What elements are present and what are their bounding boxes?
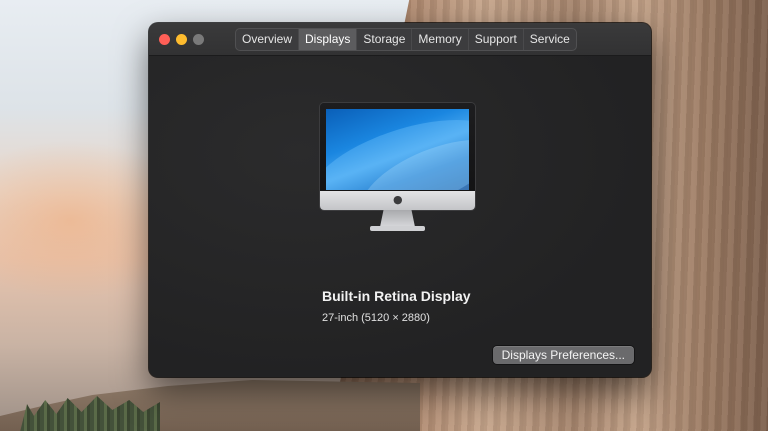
title-bar: Overview Displays Storage Memory Support… — [149, 23, 651, 56]
tab-displays[interactable]: Displays — [299, 29, 358, 50]
tab-service[interactable]: Service — [524, 29, 576, 50]
close-button[interactable] — [159, 34, 170, 45]
tab-memory[interactable]: Memory — [412, 29, 469, 50]
imac-foot — [370, 226, 425, 231]
imac-stand — [380, 210, 415, 227]
zoom-button[interactable] — [193, 34, 204, 45]
display-spec: 27-inch (5120 × 2880) — [322, 312, 430, 324]
tab-support[interactable]: Support — [469, 29, 524, 50]
apple-logo-icon: ● — [393, 193, 403, 206]
tab-overview[interactable]: Overview — [236, 29, 300, 50]
displays-preferences-button[interactable]: Displays Preferences... — [492, 346, 634, 364]
tab-storage[interactable]: Storage — [357, 29, 413, 50]
about-this-mac-window: Overview Displays Storage Memory Support… — [149, 23, 651, 377]
tab-bar: Overview Displays Storage Memory Support… — [235, 28, 577, 51]
imac-icon: ● — [320, 103, 475, 233]
display-name: Built-in Retina Display — [322, 288, 471, 304]
minimize-button[interactable] — [176, 34, 187, 45]
imac-screen — [326, 109, 469, 190]
displays-panel: ● Built-in Retina Display 27-inch (5120 … — [149, 56, 651, 377]
